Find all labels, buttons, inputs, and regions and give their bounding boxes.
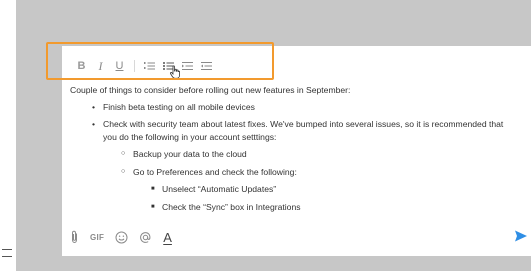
stage: B I U Couple of things to consider befor… [0, 0, 531, 271]
message-composer: B I U Couple of things to consider befor… [62, 46, 531, 256]
hand-cursor-icon [169, 65, 180, 79]
sub-sub-list-item-text: Unselect “Automatic Updates” [162, 184, 277, 194]
sub-list-item: ○ Backup your data to the cloud [70, 148, 526, 161]
text-format-button[interactable]: A [163, 230, 172, 245]
formatting-toolbar: B I U [72, 57, 216, 75]
numbered-list-button[interactable] [140, 57, 159, 75]
circle-marker: ○ [121, 150, 126, 157]
mention-button[interactable] [139, 231, 152, 244]
list-item: • Finish beta testing on all mobile devi… [70, 101, 526, 114]
italic-button[interactable]: I [91, 57, 110, 75]
sub-sub-list-item: ■ Unselect “Automatic Updates” [70, 183, 526, 196]
sub-list-item-text: Go to Preferences and check the followin… [133, 166, 297, 177]
message-editor[interactable]: Couple of things to consider before roll… [70, 84, 526, 218]
sub-sub-list-item: ■ Check the “Sync” box in Integrations [70, 201, 526, 214]
send-icon[interactable] [514, 229, 528, 243]
emoji-button[interactable] [115, 231, 128, 244]
attach-button[interactable] [70, 230, 79, 244]
list-item: • Check with security team about latest … [70, 118, 513, 143]
underline-button[interactable]: U [110, 57, 129, 75]
list-marker-fragment [2, 247, 12, 259]
numbered-list-icon [144, 62, 155, 70]
bullet-marker: • [92, 119, 96, 129]
circle-marker: ○ [121, 167, 126, 175]
outdent-icon [182, 62, 193, 70]
intro-text: Couple of things to consider before roll… [70, 85, 351, 95]
screenshot-frame: B I U Couple of things to consider befor… [16, 0, 531, 271]
list-item-text: Check with security team about latest fi… [103, 119, 504, 142]
sub-list-item: ○ Go to Preferences and check the follow… [70, 166, 526, 179]
toolbar-divider [134, 60, 135, 72]
attachment-icon [72, 230, 77, 244]
bullet-marker: • [92, 101, 96, 112]
sub-sub-list-item-text: Check the “Sync” box in Integrations [162, 201, 301, 212]
square-marker: ■ [151, 203, 155, 210]
list-item-text: Finish beta testing on all mobile device… [103, 101, 255, 112]
bold-button[interactable]: B [72, 57, 91, 75]
sub-list-item-text: Backup your data to the cloud [133, 149, 247, 159]
gif-button[interactable]: GIF [90, 233, 104, 242]
indent-icon [201, 62, 212, 70]
indent-button[interactable] [197, 57, 216, 75]
square-marker: ■ [151, 186, 155, 192]
mention-icon [140, 231, 151, 243]
emoji-icon [115, 231, 128, 243]
composer-actions: GIF A [70, 229, 183, 245]
